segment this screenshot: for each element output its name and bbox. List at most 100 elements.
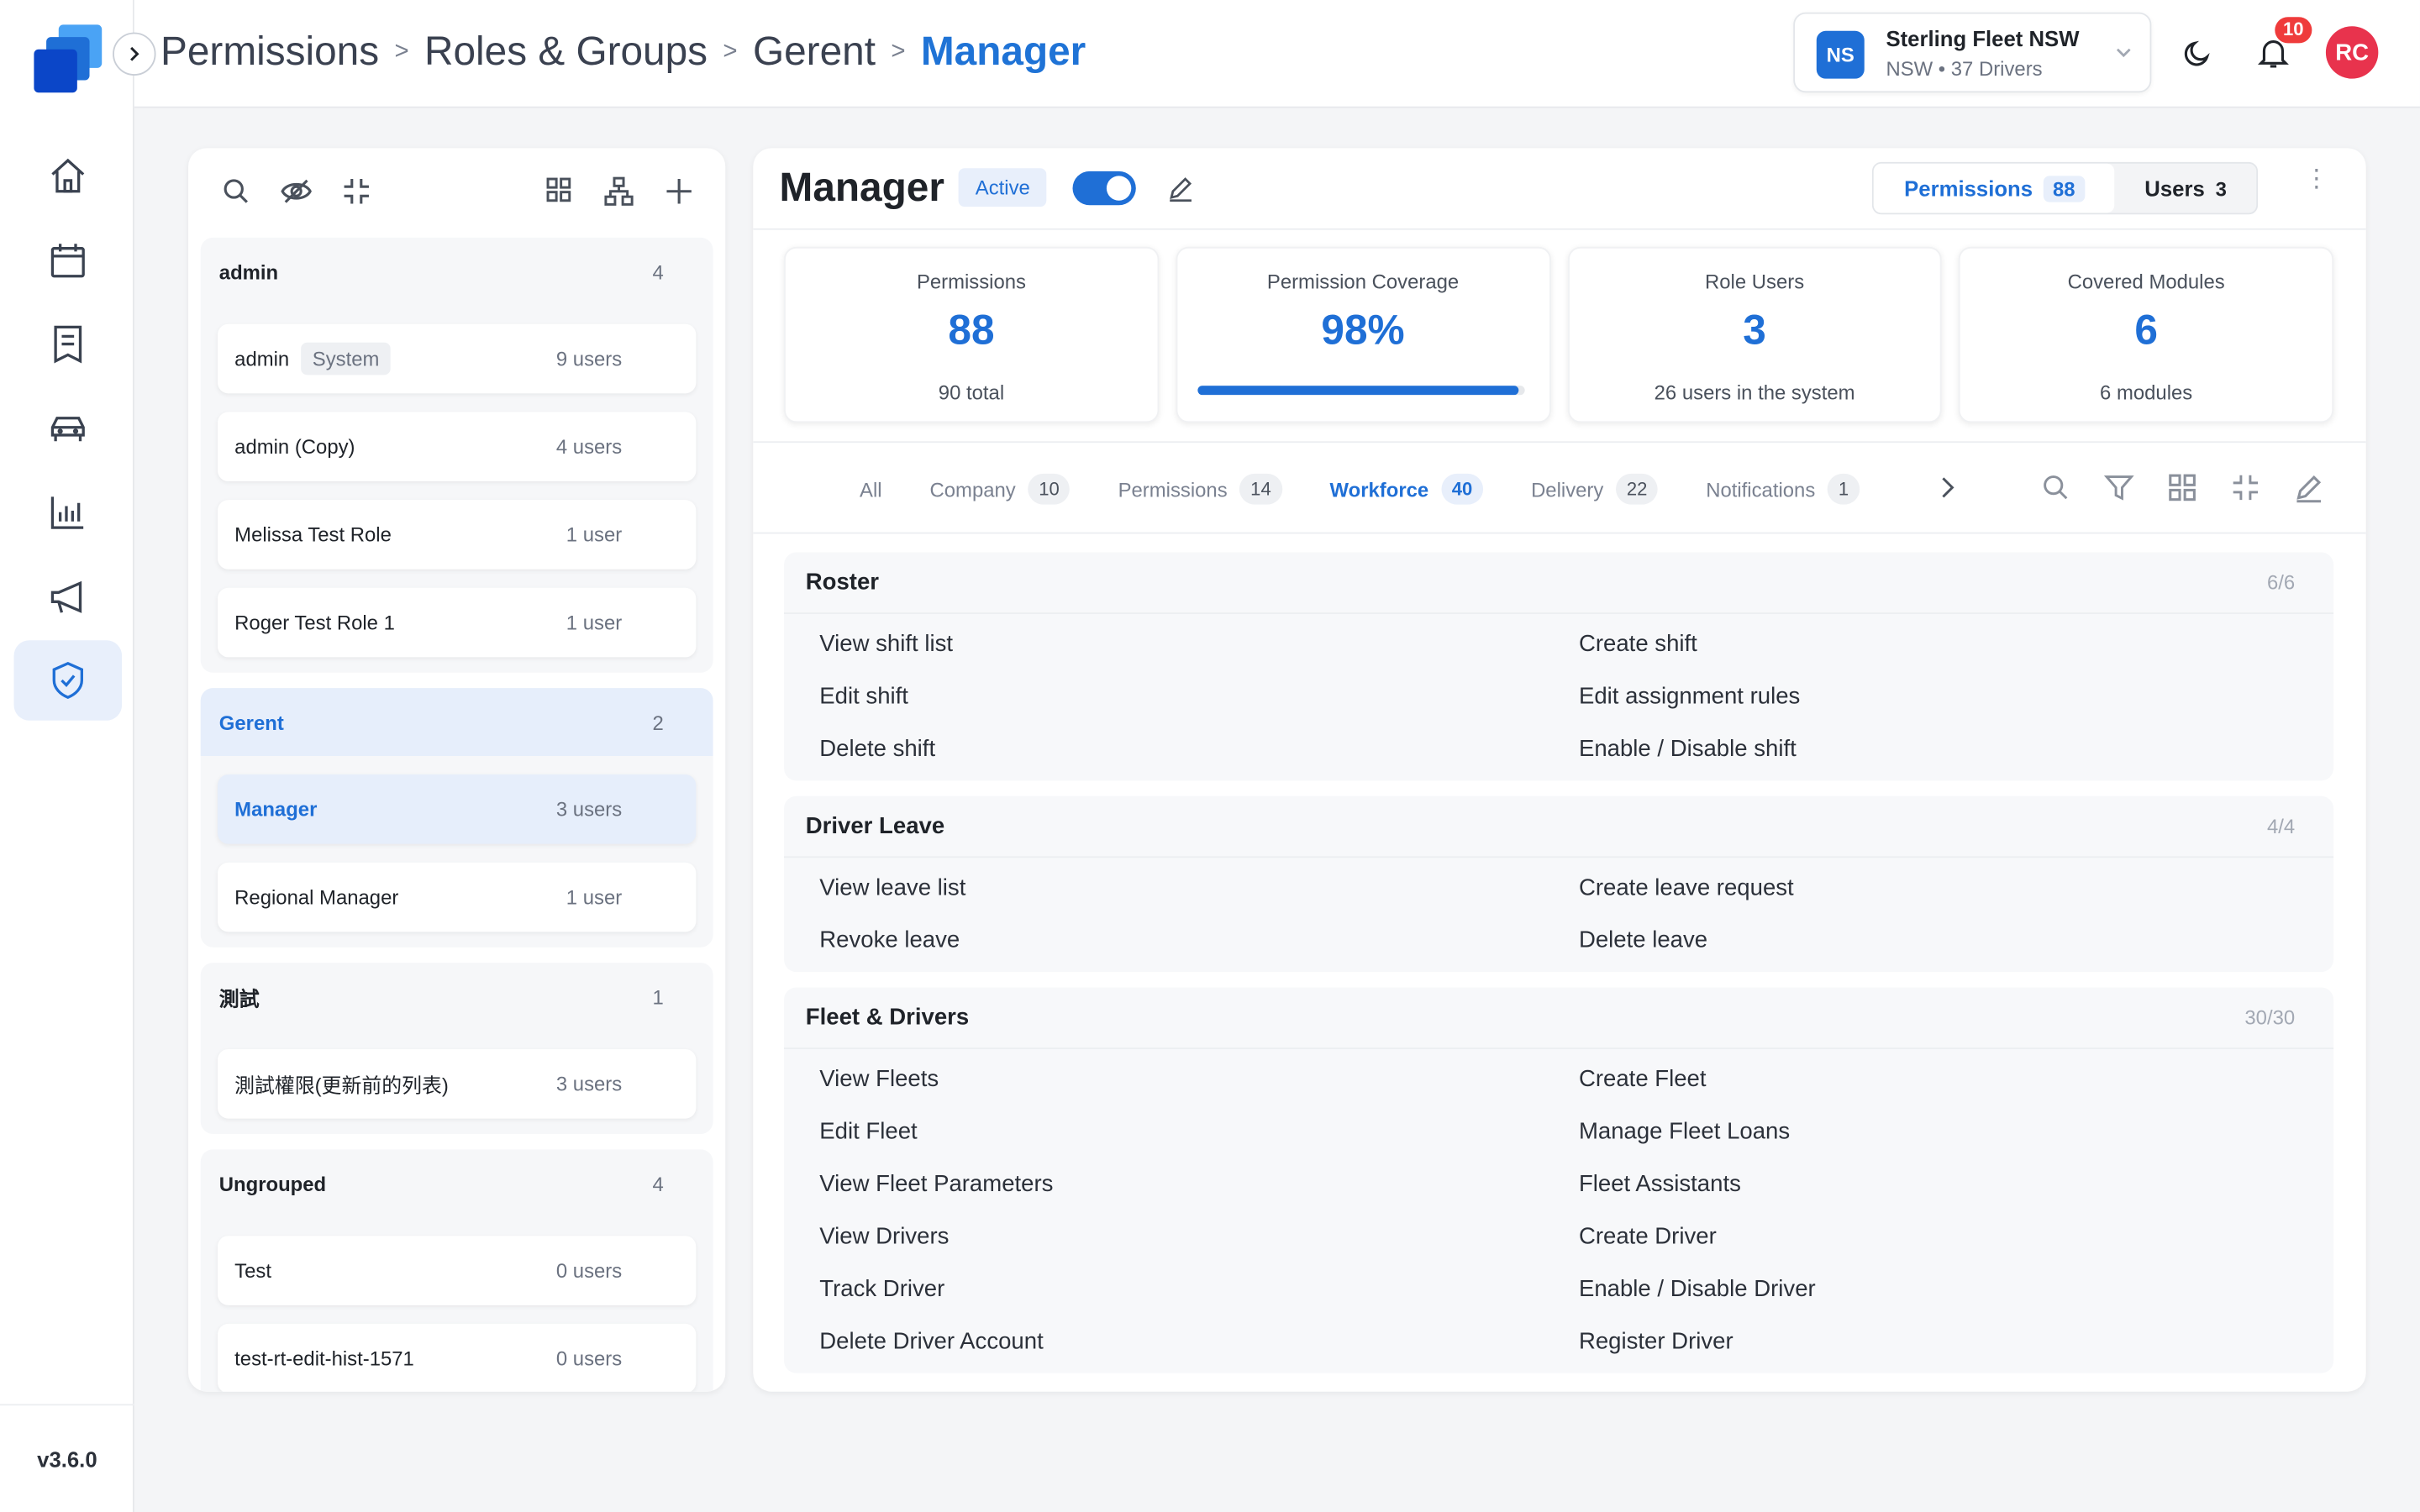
pencil-icon[interactable] [1167, 175, 1195, 202]
role-item[interactable]: admin System 9 users [217, 323, 697, 394]
role-item[interactable]: admin (Copy) 4 users [217, 412, 697, 482]
tab-count: 40 [1440, 473, 1484, 505]
permission-item[interactable]: Create leave request [1579, 861, 2338, 913]
permission-item[interactable]: Edit shift [819, 669, 1579, 722]
sidebar-item-analytics[interactable] [14, 472, 123, 553]
breadcrumb-separator: > [891, 37, 906, 65]
app-logo[interactable] [31, 22, 105, 96]
permission-item[interactable]: Manage Fleet Loans [1579, 1105, 2338, 1157]
role-item[interactable]: test-rt-edit-hist-1571 0 users [217, 1323, 697, 1392]
system-tag: System [301, 342, 391, 375]
plus-icon[interactable] [664, 176, 695, 207]
permission-item[interactable]: View Fleets [819, 1053, 1579, 1105]
module-header[interactable]: Driver Leave 4/4 [784, 796, 2334, 858]
permission-item[interactable]: Create shift [1579, 617, 2338, 669]
sidebar-item-permissions[interactable] [13, 640, 123, 721]
module-tabs-bar: All Company 10 Permissions 14 Workforce 40 … [753, 441, 2366, 534]
stats-row: Permissions 88 90 total Permission Cover… [784, 246, 2334, 423]
search-icon[interactable] [221, 176, 252, 207]
permission-item[interactable]: Delete shift [819, 722, 1579, 774]
sidebar-expand-button[interactable] [113, 32, 156, 76]
home-icon [51, 158, 85, 193]
tab-company[interactable]: Company 10 [930, 473, 1071, 505]
user-avatar[interactable]: RC [2325, 26, 2379, 79]
role-name: Manager [234, 797, 318, 822]
role-item[interactable]: Regional Manager 1 user [217, 862, 697, 932]
hierarchy-icon[interactable] [603, 176, 634, 207]
tab-label: Delivery [1531, 477, 1604, 501]
role-item[interactable]: Roger Test Role 1 1 user [217, 587, 697, 658]
breadcrumb-item[interactable]: Gerent [753, 28, 876, 76]
breadcrumb-item[interactable]: Roles & Groups [424, 28, 708, 76]
stat-label: Permission Coverage [1266, 270, 1460, 293]
role-item[interactable]: Melissa Test Role 1 user [217, 500, 697, 570]
permission-item[interactable]: View leave list [819, 861, 1579, 913]
chevron-down-icon [2116, 48, 2131, 58]
pencil-icon[interactable] [2293, 472, 2324, 503]
filter-icon[interactable] [2103, 472, 2134, 503]
status-badge: Active [958, 168, 1048, 207]
search-icon[interactable] [2040, 472, 2071, 503]
role-enabled-toggle[interactable] [1072, 171, 1136, 206]
tab-notifications[interactable]: Notifications 1 [1706, 473, 1860, 505]
tab-count: 22 [1616, 473, 1659, 505]
permission-item[interactable]: Create Fleet [1579, 1053, 2338, 1105]
role-name-wrap: admin System [234, 342, 391, 375]
moon-icon[interactable] [2181, 37, 2214, 71]
collapse-icon[interactable] [2230, 472, 2261, 503]
view-segmented-control: Permissions 88 Users 3 [1871, 161, 2259, 215]
grid-icon[interactable] [2167, 472, 2198, 503]
module-count: 4/4 [2266, 814, 2296, 838]
org-switcher[interactable]: NS Sterling Fleet NSW NSW • 37 Drivers [1793, 12, 2152, 93]
permission-item[interactable]: Revoke leave [819, 913, 1579, 965]
sidebar-item-calendar[interactable] [14, 220, 123, 301]
collapse-icon[interactable] [341, 176, 372, 207]
role-groups: admin 4 admin System 9 users admin (Copy)… [200, 237, 713, 1392]
segment-permissions[interactable]: Permissions 88 [1873, 163, 2115, 213]
permission-item[interactable]: Edit assignment rules [1579, 669, 2338, 722]
permission-item[interactable]: Enable / Disable Driver [1579, 1262, 2338, 1314]
sidebar-item-vehicles[interactable] [14, 388, 123, 469]
permission-item[interactable]: Fleet Assistants [1579, 1158, 2338, 1210]
permission-item[interactable]: Edit Fleet [819, 1105, 1579, 1157]
role-item-selected[interactable]: Manager 3 users [217, 774, 697, 844]
sidebar-item-home[interactable] [14, 136, 123, 217]
permission-item[interactable]: Delete Driver Account [819, 1315, 1579, 1367]
grid-icon[interactable] [544, 176, 572, 203]
breadcrumb-item[interactable]: Permissions [160, 28, 379, 76]
chevron-right-icon[interactable] [1933, 474, 1961, 501]
group-header[interactable]: admin 4 [201, 238, 713, 306]
eye-off-icon[interactable] [279, 176, 313, 207]
stat-card: Role Users 3 26 users in the system [1567, 246, 1943, 423]
segment-label: Permissions [1904, 176, 2033, 201]
role-item[interactable]: Test 0 users [217, 1236, 697, 1305]
permission-item[interactable]: View Drivers [819, 1210, 1579, 1262]
permission-item[interactable]: Enable / Disable shift [1579, 722, 2338, 774]
module-header[interactable]: Fleet & Drivers 30/30 [784, 987, 2334, 1049]
group-header[interactable]: Ungrouped 4 [201, 1149, 713, 1217]
sidebar-item-reports[interactable] [14, 304, 123, 385]
stat-value: 3 [1743, 307, 1766, 354]
tab-all[interactable]: All [860, 477, 882, 501]
permission-item[interactable]: View Fleet Parameters [819, 1158, 1579, 1210]
permission-item[interactable]: Delete leave [1579, 913, 2338, 965]
tab-delivery[interactable]: Delivery 22 [1531, 473, 1659, 505]
module-header[interactable]: Roster 6/6 [784, 553, 2334, 615]
coverage-progress-bar [1197, 386, 1525, 396]
tab-permissions[interactable]: Permissions 14 [1118, 473, 1282, 505]
role-users: 1 user [566, 522, 623, 547]
org-badge: NS [1816, 30, 1865, 79]
role-item[interactable]: 測試權限(更新前的列表) 3 users [217, 1048, 697, 1119]
permission-item[interactable]: View shift list [819, 617, 1579, 669]
group-header[interactable]: Gerent 2 [200, 688, 713, 756]
group-count: 4 [652, 1171, 664, 1195]
more-options-icon[interactable]: ⋮ [2304, 167, 2328, 192]
role-title: Manager [779, 163, 944, 210]
segment-users[interactable]: Users 3 [2115, 164, 2256, 213]
group-header[interactable]: 測試 1 [201, 963, 713, 1031]
tab-workforce[interactable]: Workforce 40 [1330, 473, 1484, 505]
permission-item[interactable]: Register Driver [1579, 1315, 2338, 1367]
sidebar-item-announcements[interactable] [14, 556, 123, 637]
permission-item[interactable]: Track Driver [819, 1262, 1579, 1314]
permission-item[interactable]: Create Driver [1579, 1210, 2338, 1262]
